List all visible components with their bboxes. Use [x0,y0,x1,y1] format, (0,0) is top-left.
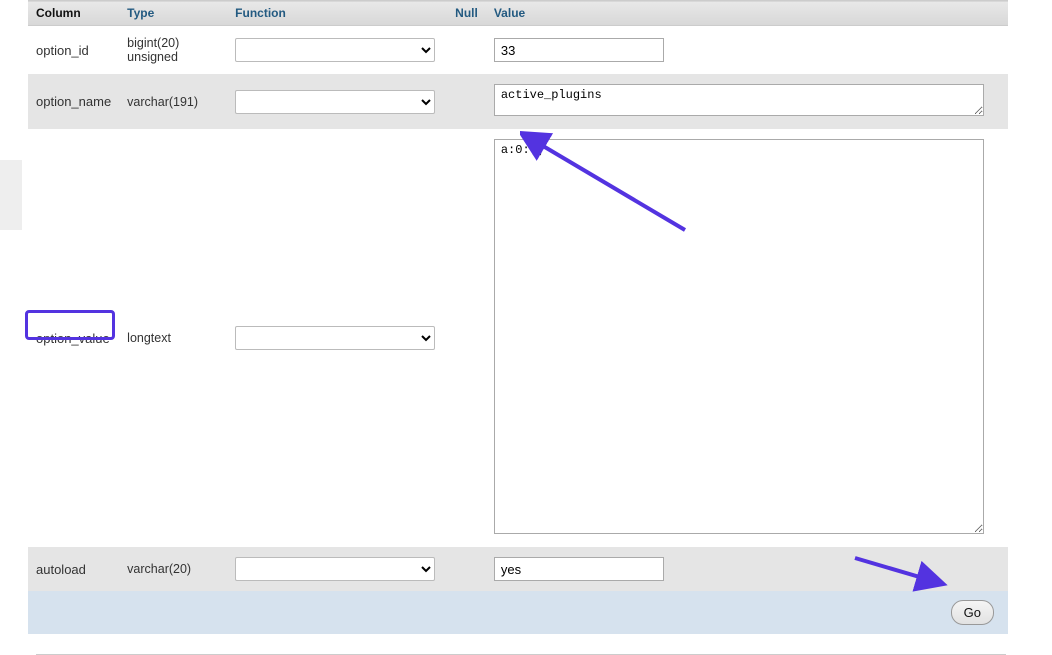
row-autoload: autoload varchar(20) [28,547,1008,591]
null-cell [447,26,486,75]
function-select[interactable] [235,557,435,581]
row-option-value: option_value longtext a:0:{} [28,129,1008,547]
column-name: autoload [28,547,119,591]
submit-row: Go [28,591,1008,634]
function-select[interactable] [235,38,435,62]
header-value[interactable]: Value [486,1,1008,26]
column-name: option_value [28,129,119,547]
function-select[interactable] [235,326,435,350]
column-type: varchar(20) [119,547,227,591]
function-select[interactable] [235,90,435,114]
value-textarea-option-value[interactable]: a:0:{} [494,139,984,534]
value-input-autoload[interactable] [494,557,664,581]
column-type: bigint(20) unsigned [119,26,227,75]
row-option-id: option_id bigint(20) unsigned [28,26,1008,75]
row-option-name: option_name varchar(191) active_plugins [28,74,1008,129]
null-cell [447,129,486,547]
go-button[interactable]: Go [951,600,994,625]
sidebar-stub [0,160,22,230]
value-input-option-id[interactable] [494,38,664,62]
column-name: option_name [28,74,119,129]
null-cell [447,547,486,591]
header-type[interactable]: Type [119,1,227,26]
column-type: varchar(191) [119,74,227,129]
edit-form-table: Column Type Function Null Value option_i… [28,0,1008,591]
column-type: longtext [119,129,227,547]
header-column[interactable]: Column [28,1,119,26]
header-function[interactable]: Function [227,1,447,26]
value-textarea-option-name[interactable]: active_plugins [494,84,984,116]
column-name: option_id [28,26,119,75]
header-null[interactable]: Null [447,1,486,26]
null-cell [447,74,486,129]
